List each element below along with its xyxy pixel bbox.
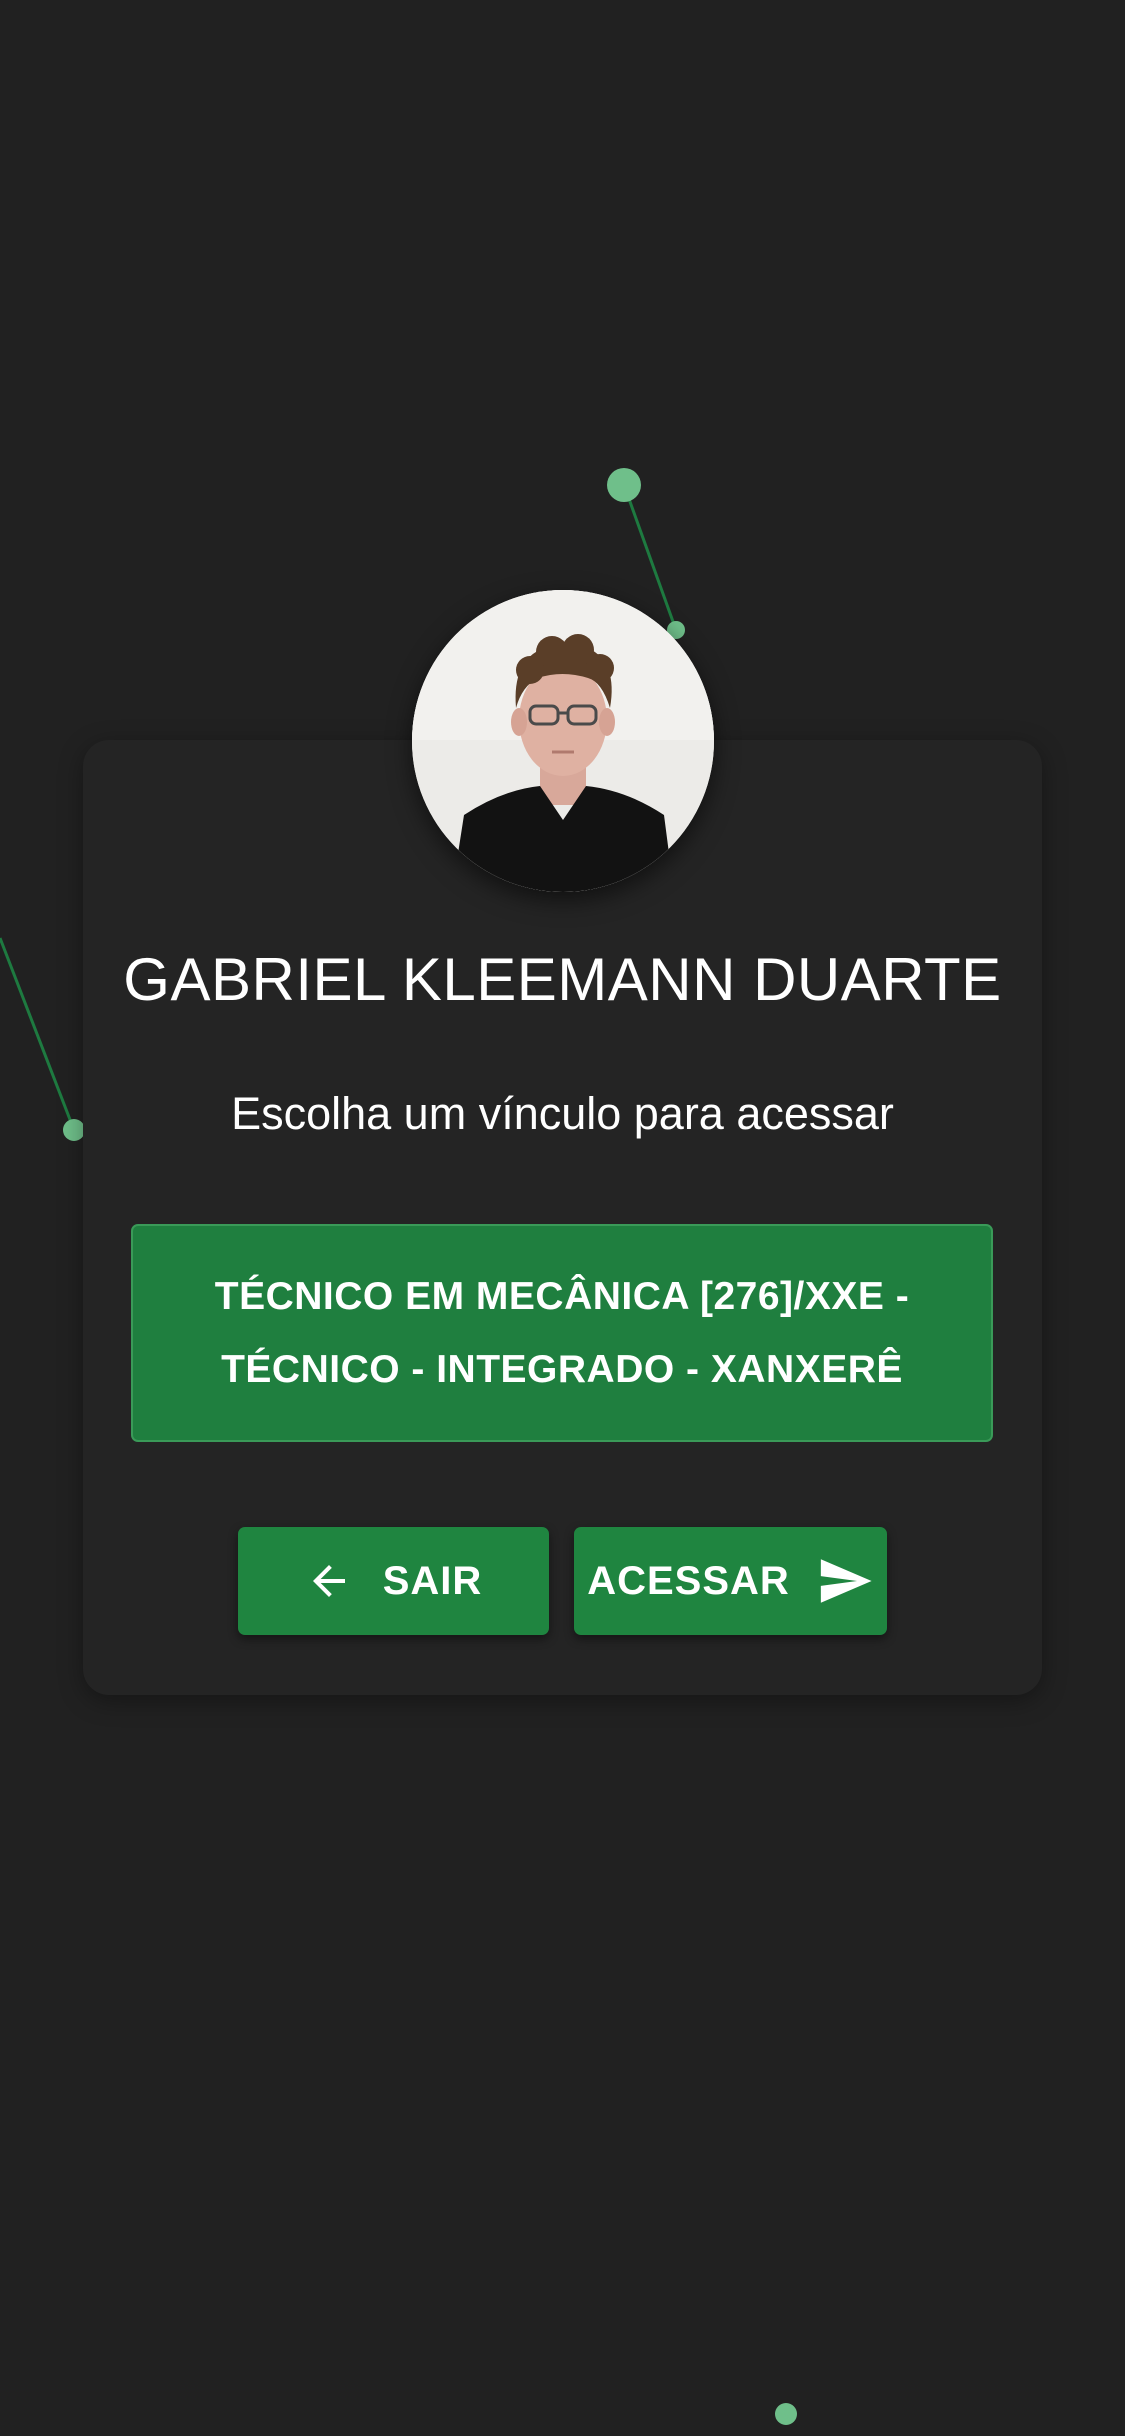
particle-dot [607,468,641,502]
arrow-left-icon [305,1557,353,1605]
user-name: GABRIEL KLEEMANN DUARTE [123,946,1002,1013]
particle-dot [775,2403,797,2425]
access-button-label: ACESSAR [587,1558,790,1603]
access-button[interactable]: ACESSAR [574,1527,887,1635]
avatar [412,590,714,892]
link-option-mecanica[interactable]: TÉCNICO EM MECÂNICA [276]/XXE - TÉCNICO … [131,1224,993,1442]
send-icon [816,1552,874,1610]
user-photo [412,590,714,892]
choose-link-prompt: Escolha um vínculo para acessar [231,1088,894,1139]
logout-button-label: SAIR [382,1558,483,1603]
screen: GABRIEL KLEEMANN DUARTE Escolha um víncu… [0,0,1125,2436]
particle-dot [63,1119,85,1141]
logout-button[interactable]: SAIR [238,1527,549,1635]
link-option-label: TÉCNICO EM MECÂNICA [276]/XXE - TÉCNICO … [214,1275,910,1391]
particle-link [0,937,76,1131]
